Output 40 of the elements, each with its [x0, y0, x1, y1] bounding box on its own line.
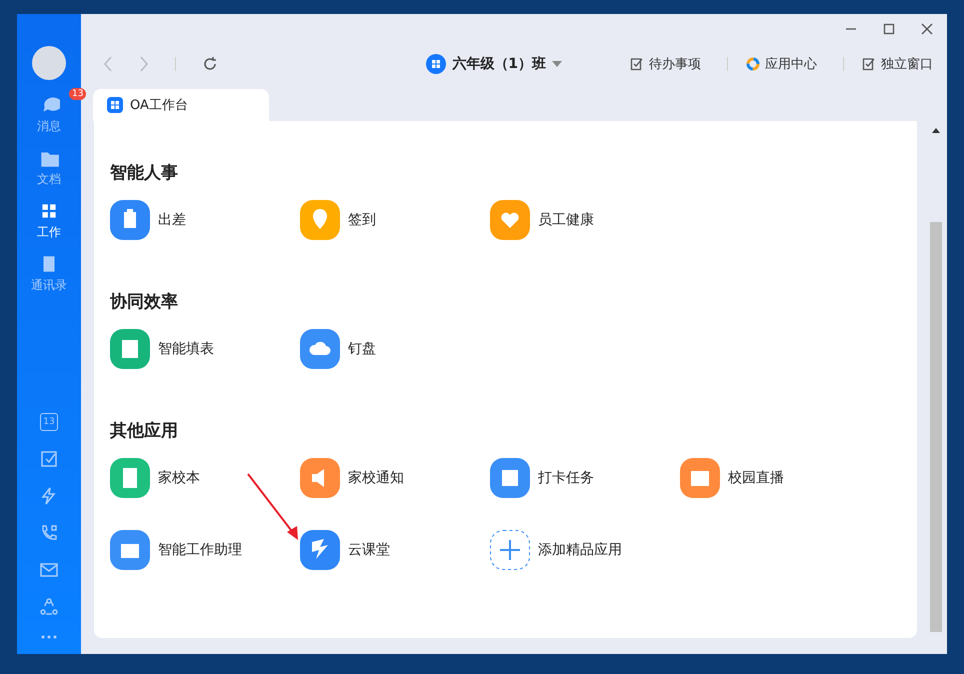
- scrollbar-thumb[interactable]: [930, 222, 942, 632]
- org-switcher[interactable]: 六年级（1）班: [426, 54, 562, 74]
- section-title: 协同效率: [110, 291, 179, 313]
- app-item[interactable]: 签到: [300, 200, 376, 240]
- app-item[interactable]: 员工健康: [490, 200, 594, 240]
- toolbar-button[interactable]: 独立窗口: [862, 55, 933, 73]
- tab[interactable]: OA工作台: [93, 89, 269, 121]
- app-item[interactable]: 校园直播: [680, 458, 784, 498]
- app-item[interactable]: 添加精品应用: [490, 530, 622, 570]
- section-title: 智能人事: [110, 162, 179, 184]
- toolbar-button[interactable]: 应用中心: [746, 55, 817, 73]
- ring-icon: [746, 57, 760, 71]
- checkbox-icon: [862, 57, 876, 71]
- app-item[interactable]: 家校本: [110, 458, 200, 498]
- forward-icon[interactable]: [139, 56, 149, 72]
- grid-icon: [426, 54, 446, 74]
- app-item[interactable]: 打卡任务: [490, 458, 594, 498]
- avatar[interactable]: [32, 46, 66, 80]
- checkbox-icon[interactable]: [39, 449, 59, 469]
- more-icon[interactable]: [39, 634, 59, 640]
- close-icon[interactable]: [921, 23, 933, 35]
- app-item[interactable]: 钉盘: [300, 329, 376, 369]
- app-item[interactable]: 智能工作助理: [110, 530, 242, 570]
- phone-icon[interactable]: [39, 523, 59, 543]
- sidebar-item[interactable]: 工作: [37, 200, 61, 241]
- scroll-up-icon[interactable]: [932, 128, 940, 133]
- checkbox-icon: [630, 57, 644, 71]
- maximize-icon[interactable]: [883, 23, 895, 35]
- app-item[interactable]: 家校通知: [300, 458, 404, 498]
- grid-icon: [107, 97, 123, 113]
- app-item[interactable]: 出差: [110, 200, 186, 240]
- unread-badge: 13: [69, 88, 86, 100]
- toolbar-button[interactable]: 待办事项: [630, 55, 701, 73]
- back-icon[interactable]: [103, 56, 113, 72]
- section-title: 其他应用: [110, 420, 179, 442]
- refresh-icon[interactable]: [202, 56, 218, 72]
- app-item[interactable]: 智能填表: [110, 329, 214, 369]
- caret-icon: [552, 61, 562, 67]
- network-icon[interactable]: [39, 597, 59, 617]
- app-item[interactable]: 云课堂: [300, 530, 390, 570]
